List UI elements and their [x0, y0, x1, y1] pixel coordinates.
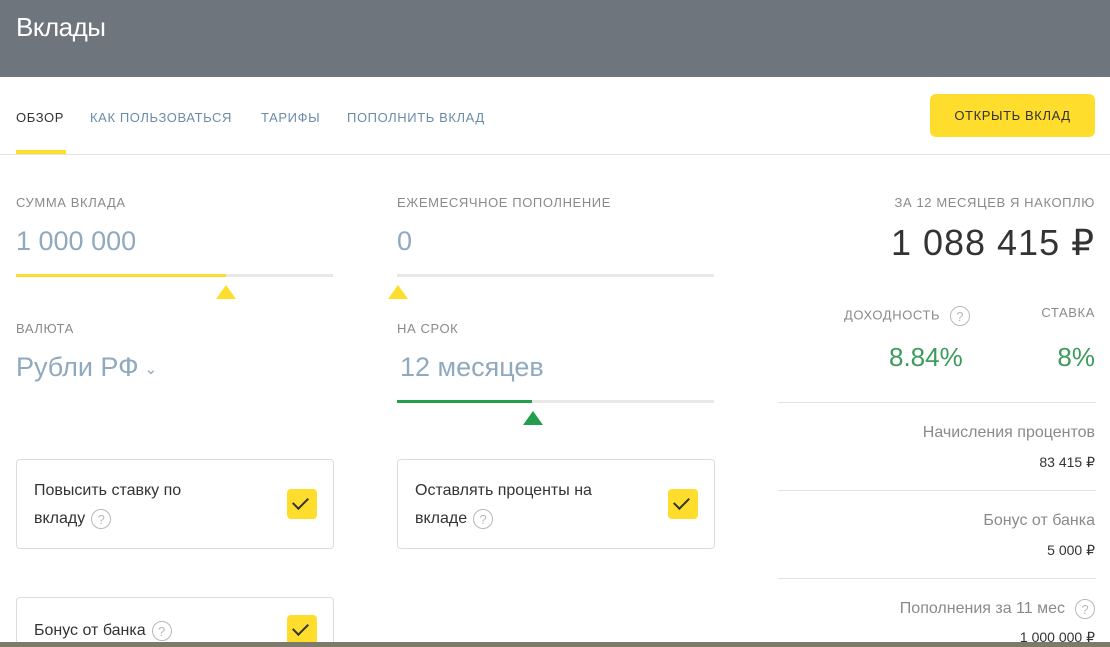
- question-circle-icon[interactable]: ?: [1075, 599, 1095, 619]
- currency-value: Рубли РФ: [16, 352, 139, 382]
- monthly-topup-label: Ежемесячное пополнение: [397, 195, 612, 210]
- option-keep-interest-text: Оставлять проценты на вкладе?: [415, 477, 592, 533]
- page: Вклады Обзор Как пользоваться Тарифы Поп…: [0, 0, 1110, 647]
- page-title: Вклады: [16, 12, 106, 42]
- option-raise-rate[interactable]: Повысить ставку по вкладу?: [16, 459, 334, 549]
- rate-value: 8%: [1057, 342, 1095, 372]
- total-amount: 1 088 415 ₽: [890, 222, 1095, 263]
- term-slider-fill: [397, 400, 532, 403]
- yield-label: Доходность?: [844, 306, 971, 326]
- deposit-amount-input[interactable]: [16, 226, 326, 257]
- interest-accrual-title: Начисления процентов: [922, 424, 1095, 441]
- term-slider[interactable]: [397, 400, 714, 403]
- option-keep-interest-line2: вкладе: [415, 510, 468, 527]
- question-circle-icon[interactable]: ?: [950, 306, 971, 326]
- summary-divider: [778, 578, 1096, 579]
- option-bank-bonus-line1: Бонус от банка: [34, 622, 146, 639]
- option-raise-rate-checkbox[interactable]: [287, 489, 317, 519]
- option-raise-rate-line2: вкладу: [34, 510, 86, 527]
- deposit-amount-slider[interactable]: [16, 274, 333, 277]
- monthly-topup-slider-handle[interactable]: [388, 285, 408, 299]
- term-label: На срок: [397, 321, 459, 336]
- summary-divider: [778, 490, 1096, 491]
- monthly-topup-slider[interactable]: [397, 274, 714, 277]
- bottom-edge: [0, 642, 1110, 647]
- topups-title: Пополнения за 11 мес?: [900, 599, 1095, 619]
- option-keep-interest[interactable]: Оставлять проценты на вкладе?: [397, 459, 715, 549]
- question-circle-icon[interactable]: ?: [151, 620, 172, 641]
- question-circle-icon[interactable]: ?: [473, 508, 494, 529]
- yield-value: 8.84%: [889, 342, 963, 372]
- option-keep-interest-checkbox[interactable]: [668, 489, 698, 519]
- deposit-amount-label: Сумма вклада: [16, 195, 126, 210]
- tab-overview[interactable]: Обзор: [16, 110, 64, 125]
- bank-bonus-title: Бонус от банка: [983, 512, 1095, 529]
- term-slider-handle[interactable]: [523, 411, 543, 425]
- tab-top-up-deposit[interactable]: Пополнить вклад: [347, 110, 485, 125]
- rate-label: Ставка: [1041, 305, 1095, 320]
- summary-divider: [778, 402, 1096, 403]
- currency-label: Валюта: [16, 321, 74, 336]
- currency-select[interactable]: Рубли РФ ⌄: [16, 352, 157, 383]
- tab-tariffs[interactable]: Тарифы: [261, 110, 320, 125]
- option-raise-rate-text: Повысить ставку по вкладу?: [34, 477, 181, 533]
- bank-bonus-amount: 5 000 ₽: [1047, 542, 1095, 558]
- topups-title-text: Пополнения за 11 мес: [899, 600, 1065, 618]
- option-raise-rate-line1: Повысить ставку по: [34, 482, 182, 499]
- term-value[interactable]: 12 месяцев: [400, 352, 544, 383]
- option-bank-bonus-text: Бонус от банка?: [34, 617, 172, 645]
- tab-how-to-use[interactable]: Как пользоваться: [90, 110, 232, 125]
- chevron-down-icon: ⌄: [144, 360, 158, 378]
- deposit-amount-slider-handle[interactable]: [216, 285, 236, 299]
- app-header: Вклады: [0, 0, 1110, 77]
- active-tab-indicator: [16, 150, 66, 154]
- interest-accrual-amount: 83 415 ₽: [1039, 454, 1095, 470]
- option-bank-bonus-checkbox[interactable]: [287, 615, 317, 645]
- monthly-topup-input[interactable]: [397, 226, 707, 257]
- option-bank-bonus[interactable]: Бонус от банка?: [16, 597, 334, 647]
- deposit-amount-slider-fill: [16, 274, 226, 277]
- yield-label-text: Доходность: [844, 307, 941, 323]
- question-circle-icon[interactable]: ?: [91, 508, 112, 529]
- accumulate-label: За 12 месяцев я накоплю: [894, 195, 1095, 210]
- option-keep-interest-line1: Оставлять проценты на: [415, 482, 592, 499]
- tab-bar: Обзор Как пользоваться Тарифы Пополнить …: [0, 77, 1110, 155]
- open-deposit-button[interactable]: Открыть вклад: [930, 94, 1095, 137]
